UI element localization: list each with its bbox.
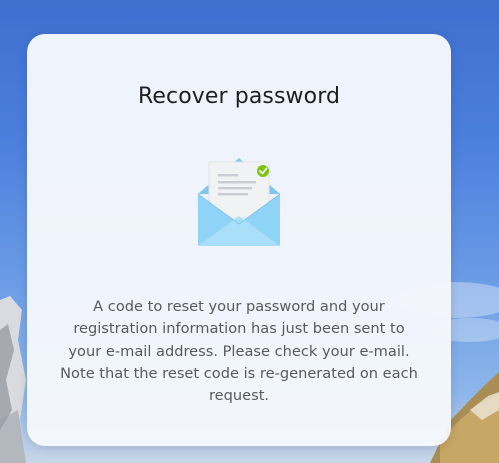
- dialog-title: Recover password: [137, 84, 341, 109]
- recovery-message: A code to reset your password and your r…: [60, 298, 418, 405]
- envelope-with-check-icon: [192, 154, 286, 250]
- recover-password-card: Recover password A code to reset your pa…: [27, 34, 451, 446]
